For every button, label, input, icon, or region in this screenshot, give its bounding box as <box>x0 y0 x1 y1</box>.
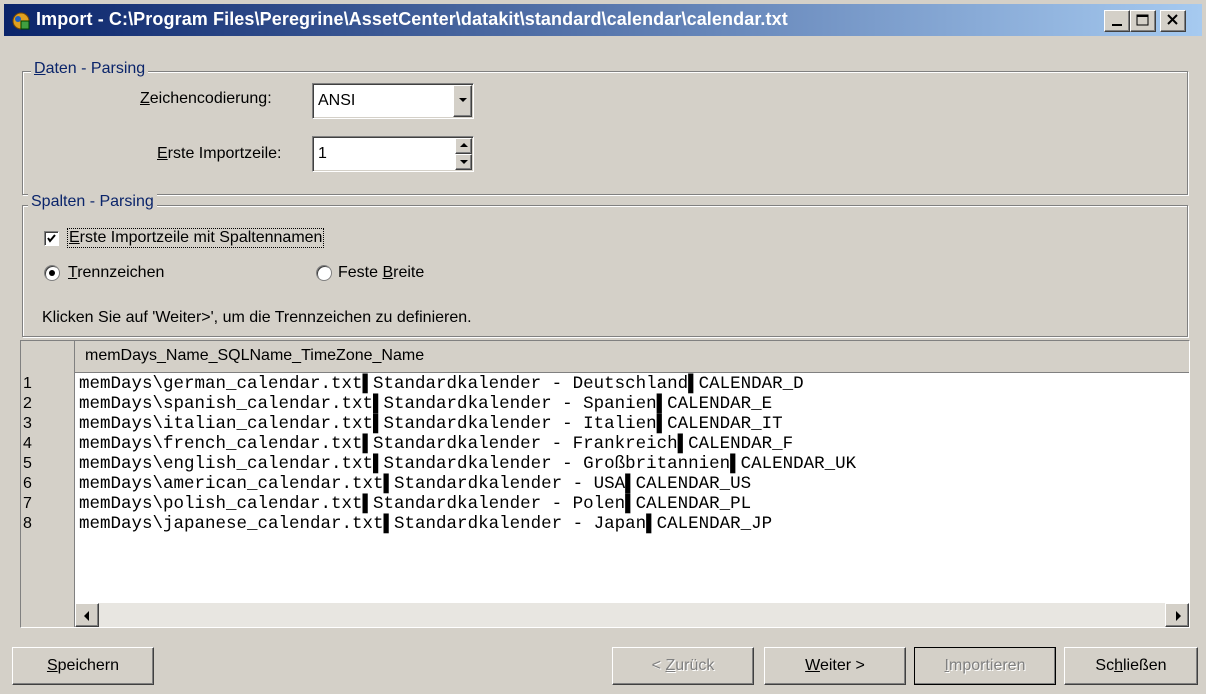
radio-dot-icon <box>49 270 55 276</box>
spalten-parsing-legend: Spalten - Parsing <box>28 193 157 211</box>
preview-row: memDays\japanese_calendar.txt▌Standardka… <box>79 514 773 534</box>
first-line-stepper[interactable]: 1 <box>312 136 474 172</box>
encoding-select[interactable]: ANSI <box>312 83 474 119</box>
close-icon <box>1167 14 1178 25</box>
row-number: 3 <box>23 415 32 432</box>
window-title: Import - C:\Program Files\Peregrine\Asse… <box>36 9 788 29</box>
minimize-button[interactable] <box>1104 10 1130 32</box>
close-button[interactable] <box>1160 10 1186 32</box>
radio-delimiter[interactable] <box>44 265 60 281</box>
first-line-value: 1 <box>318 145 327 162</box>
title-bar[interactable]: Import - C:\Program Files\Peregrine\Asse… <box>4 4 1202 36</box>
import-wizard-icon <box>12 12 30 30</box>
row-number: 4 <box>23 435 32 452</box>
encoding-dropdown-button[interactable] <box>453 85 472 117</box>
preview-row: memDays\german_calendar.txt▌Standardkale… <box>79 374 804 394</box>
arrow-right-icon <box>1176 611 1181 621</box>
arrow-left-icon <box>84 611 89 621</box>
daten-parsing-legend: Daten - Parsing <box>31 60 149 78</box>
horizontal-scrollbar[interactable] <box>75 603 1189 627</box>
next-button[interactable]: Weiter > <box>764 647 906 685</box>
close-dialog-button[interactable]: Schließen <box>1064 647 1198 685</box>
chevron-down-icon <box>459 98 467 102</box>
radio-fixed-width-label[interactable]: Feste Breite <box>338 264 424 282</box>
preview-row: memDays\polish_calendar.txt▌Standardkale… <box>79 494 752 514</box>
column-header[interactable]: memDays_Name_SQLName_TimeZone_Name <box>75 341 1189 373</box>
maximize-button[interactable] <box>1130 10 1156 32</box>
column-header-label: memDays_Name_SQLName_TimeZone_Name <box>85 347 425 364</box>
import-dialog: Import - C:\Program Files\Peregrine\Asse… <box>0 0 1206 694</box>
hint-text: Klicken Sie auf 'Weiter>', um die Trennz… <box>42 309 472 326</box>
minimize-icon <box>1112 24 1122 26</box>
preview-grid[interactable]: 1 2 3 4 5 6 7 8 memDays_Name_SQLName_TimeZone_N… <box>20 340 1190 628</box>
row-number: 2 <box>23 395 32 412</box>
stepper-down-button[interactable] <box>455 154 472 170</box>
first-line-label: Erste Importzeile: <box>157 145 282 162</box>
row-number: 6 <box>23 475 32 492</box>
stepper-up-button[interactable] <box>455 138 472 154</box>
scroll-right-button[interactable] <box>1165 603 1189 627</box>
radio-fixed-width[interactable] <box>316 265 332 281</box>
encoding-label: Zeichencodierung: <box>140 90 272 107</box>
back-button[interactable]: < Zurück <box>612 647 754 685</box>
row-number: 1 <box>23 375 32 392</box>
import-button[interactable]: Importieren <box>914 647 1056 685</box>
header-checkbox-label[interactable]: Erste Importzeile mit Spaltennamen <box>66 228 325 248</box>
preview-row: memDays\english_calendar.txt▌Standardkal… <box>79 454 857 474</box>
arrow-up-icon <box>460 143 468 147</box>
row-number: 8 <box>23 515 32 532</box>
preview-row: memDays\italian_calendar.txt▌Standardkal… <box>79 414 783 434</box>
row-header-column: 1 2 3 4 5 6 7 8 <box>21 341 75 627</box>
preview-row: memDays\french_calendar.txt▌Standardkale… <box>79 434 794 454</box>
legend-rest: aten - Parsing <box>45 60 146 77</box>
checkmark-icon <box>47 234 56 243</box>
row-number: 5 <box>23 455 32 472</box>
preview-row: memDays\american_calendar.txt▌Standardka… <box>79 474 752 494</box>
save-button[interactable]: Speichern <box>12 647 154 685</box>
row-number: 7 <box>23 495 32 512</box>
radio-delimiter-label[interactable]: Trennzeichen <box>68 264 164 282</box>
scroll-left-button[interactable] <box>75 603 99 627</box>
encoding-value: ANSI <box>318 92 356 109</box>
legend-accesskey: D <box>34 60 46 77</box>
arrow-down-icon <box>460 160 468 164</box>
header-checkbox[interactable] <box>44 231 59 246</box>
maximize-icon <box>1136 14 1149 26</box>
preview-row: memDays\spanish_calendar.txt▌Standardkal… <box>79 394 773 414</box>
